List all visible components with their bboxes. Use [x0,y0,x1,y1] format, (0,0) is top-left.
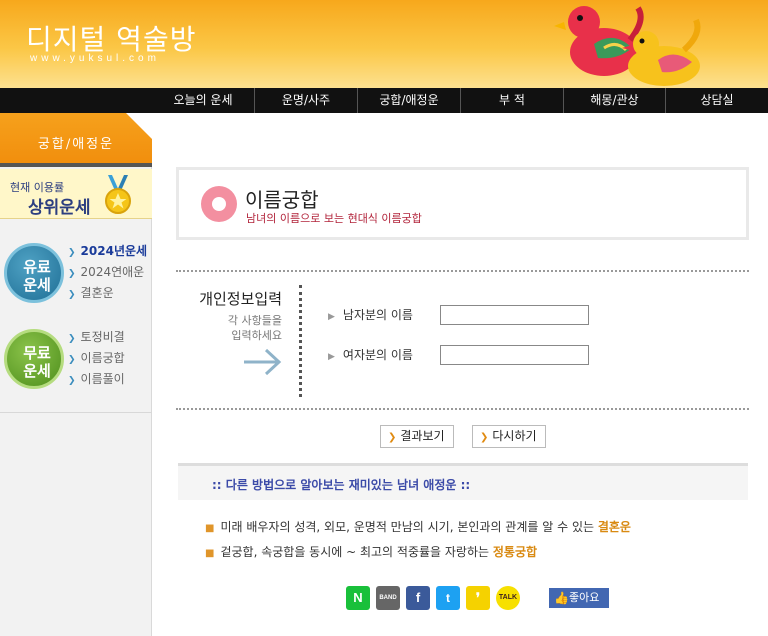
paid-badge-line1: 유료 [23,258,51,276]
arrow-right-icon [244,348,282,376]
nav-item-consulting[interactable]: 상담실 [666,88,768,113]
nav-item-today-fortune[interactable]: 오늘의 운세 [152,88,255,113]
square-bullet-icon: ■ [205,548,215,559]
site-logo-url: www.yuksul.com [30,53,160,64]
title-circle-icon [201,186,237,222]
recommendation-compatibility: ■ 겉궁합, 속궁합을 동시에 ~ 최고의 적중률을 자랑하는 정통궁합 [205,543,537,560]
sidebar-item-tojeong[interactable]: ❯ 토정비결 [68,327,125,348]
triangle-right-icon: ▶ [328,312,335,322]
dotted-divider-bottom [176,408,749,410]
twitter-share-icon[interactable]: t [436,586,460,610]
free-fortune-badge: 무료 운세 [4,329,64,389]
sidebar-item-name-reading[interactable]: ❯ 이름풀이 [68,369,125,390]
medal-icon [105,175,131,214]
sidebar-item-label: 2024연애운 [80,265,145,279]
female-name-label-text: 여자분의 이름 [342,348,413,362]
chevron-right-icon: ❯ [68,376,76,386]
chevron-right-icon: ❯ [480,432,489,443]
form-hint-line1: 각 사항들을 [227,314,282,327]
recommendation-marriage: ■ 미래 배우자의 성격, 외모, 운명적 만남의 시기, 본인과의 관계를 알 … [205,518,631,535]
popular-line2: 상위운세 [28,198,91,218]
female-name-label: ▶ 여자분의 이름 [328,346,413,363]
traditional-compatibility-link[interactable]: 정통궁합 [493,545,537,559]
recommendation-text: 겉궁합, 속궁합을 동시에 ~ 최고의 적중률을 자랑하는 [220,545,493,559]
band-share-icon[interactable]: BAND [376,586,400,610]
nav-item-compatibility[interactable]: 궁합/애정운 [358,88,461,113]
chevron-right-icon: ❯ [68,248,76,258]
chevron-right-icon: ❯ [68,290,76,300]
thumbs-up-icon: 👍 [554,591,569,605]
sidebar-item-marriage[interactable]: ❯ 결혼운 [68,283,147,304]
form-heading: 개인정보입력 각 사항들을입력하세요 [182,288,282,343]
male-name-input[interactable] [440,305,589,325]
sidebar-item-label: 2024년운세 [80,244,148,258]
form-vertical-divider [299,285,302,397]
male-name-label-text: 남자분의 이름 [342,308,413,322]
view-result-button[interactable]: ❯ 결과보기 [380,425,454,448]
main-content: 이름궁합 남녀의 이름으로 보는 현대식 이름궁합 개인정보입력 각 사항들을입… [152,113,768,636]
sidebar-category-tab: 궁합/애정운 [0,113,152,167]
nav-item-talisman[interactable]: 부 적 [461,88,564,113]
square-bullet-icon: ■ [205,523,215,534]
kakaotalk-share-icon[interactable]: TALK [496,586,520,610]
page-title: 이름궁합 [245,188,319,212]
marriage-fortune-link[interactable]: 결혼운 [598,520,631,534]
sidebar-item-label: 이름풀이 [80,372,125,386]
sidebar-divider [0,412,152,413]
sidebar-tab-label: 궁합/애정운 [37,137,115,152]
nav-item-saju[interactable]: 운명/사주 [255,88,358,113]
naver-share-icon[interactable]: N [346,586,370,610]
site-header: 디지털 역술방 www.yuksul.com [0,0,768,88]
paid-fortune-menu: ❯ 2024년운세 ❯ 2024연애운 ❯ 결혼운 [68,241,147,304]
form-heading-hint: 각 사항들을입력하세요 [182,313,282,343]
facebook-like-button[interactable]: 👍 좋아요 [549,588,609,608]
kakaostory-share-icon[interactable]: ❜ [466,586,490,610]
reset-label: 다시하기 [492,429,537,443]
form-heading-title: 개인정보입력 [199,290,282,308]
paid-fortune-badge: 유료 운세 [4,243,64,303]
share-buttons: N BAND f t ❜ TALK [346,586,526,610]
sidebar-item-label: 결혼운 [80,286,114,300]
sidebar-item-label: 이름궁합 [80,351,125,365]
recommendation-text: 미래 배우자의 성격, 외모, 운명적 만남의 시기, 본인과의 관계를 알 수… [220,520,598,534]
sidebar-item-name-match[interactable]: ❯ 이름궁합 [68,348,125,369]
free-badge-line1: 무료 [23,344,51,362]
nav-item-dream-physiognomy[interactable]: 해몽/관상 [564,88,666,113]
free-badge-line2: 운세 [23,362,51,380]
alternative-methods-band: :: 다른 방법으로 알아보는 재미있는 남녀 애정운 :: [178,463,748,500]
chevron-right-icon: ❯ [68,334,76,344]
dotted-divider-top [176,270,749,272]
site-logo-title[interactable]: 디지털 역술방 [26,18,196,58]
mandarin-ducks-illustration [554,6,701,86]
page-title-box: 이름궁합 남녀의 이름으로 보는 현대식 이름궁합 [176,167,749,240]
sidebar: 궁합/애정운 현재 이용률 상위운세 유료 운세 ❯ 2024년운세 ❯ 2024연애… [0,113,152,636]
reset-button[interactable]: ❯ 다시하기 [472,425,546,448]
tab-bottom-strip [0,163,152,167]
sidebar-item-2024-love[interactable]: ❯ 2024연애운 [68,262,147,283]
chevron-right-icon: ❯ [68,355,76,365]
view-result-label: 결과보기 [400,429,445,443]
sidebar-item-2024-fortune[interactable]: ❯ 2024년운세 [68,241,147,262]
alternative-methods-title: :: 다른 방법으로 알아보는 재미있는 남녀 애정운 :: [212,478,471,492]
chevron-right-icon: ❯ [388,432,397,443]
popular-fortune-banner[interactable]: 현재 이용률 상위운세 [0,169,152,219]
like-label: 좋아요 [569,591,600,604]
female-name-input[interactable] [440,345,589,365]
page-subtitle: 남녀의 이름으로 보는 현대식 이름궁합 [246,212,422,225]
triangle-right-icon: ▶ [328,352,335,362]
free-fortune-menu: ❯ 토정비결 ❯ 이름궁합 ❯ 이름풀이 [68,327,125,390]
sidebar-item-label: 토정비결 [80,330,125,344]
male-name-label: ▶ 남자분의 이름 [328,306,413,323]
form-hint-line2: 입력하세요 [231,329,282,342]
chevron-right-icon: ❯ [68,269,76,279]
paid-badge-line2: 운세 [23,276,51,294]
facebook-share-icon[interactable]: f [406,586,430,610]
main-nav: 오늘의 운세 운명/사주 궁합/애정운 부 적 해몽/관상 상담실 [0,88,768,113]
